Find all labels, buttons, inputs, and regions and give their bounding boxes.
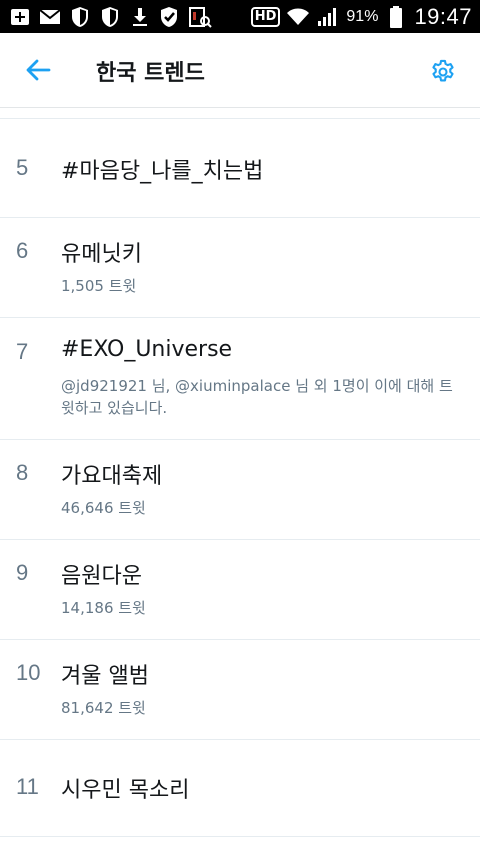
shield-check-icon — [158, 5, 182, 29]
trend-name: 유메닛키 — [61, 242, 142, 267]
trend-item[interactable]: 7 #EXO_Universe @jd921921 님, @xiuminpala… — [0, 318, 480, 440]
settings-button[interactable] — [426, 55, 460, 89]
trend-item[interactable]: 5 #마음당_나를_치는법 — [0, 119, 480, 218]
trend-rank: 7 — [16, 339, 29, 364]
trend-tweet-count: 1,505 트윗 — [61, 277, 137, 295]
signal-icon — [316, 5, 340, 29]
trend-name: 겨울 앨범 — [61, 664, 149, 689]
hd-voice-badge: HD — [250, 6, 281, 27]
gear-icon — [432, 59, 454, 82]
trend-rank: 6 — [16, 238, 29, 263]
trend-item[interactable]: 10 겨울 앨범 81,642 트윗 — [0, 640, 480, 740]
add-box-icon — [8, 5, 32, 29]
trend-name: 가요대축제 — [61, 464, 163, 489]
trend-rank: 10 — [16, 660, 41, 685]
download-icon — [128, 5, 152, 29]
trend-list: 5 #마음당_나를_치는법 6 유메닛키 1,505 트윗 7 #EXO_Uni… — [0, 119, 480, 837]
trend-rank: 8 — [16, 460, 29, 485]
trend-item[interactable]: 6 유메닛키 1,505 트윗 — [0, 218, 480, 318]
trend-name: 음원다운 — [61, 564, 142, 589]
trend-tweet-count: 46,646 트윗 — [61, 499, 146, 517]
back-arrow-icon — [26, 59, 51, 81]
trend-rank: 11 — [16, 774, 39, 799]
trend-name: #EXO_Universe — [61, 337, 233, 362]
back-button[interactable] — [16, 53, 60, 87]
trend-item[interactable]: 11 시우민 목소리 — [0, 740, 480, 837]
mail-icon — [38, 5, 62, 29]
trend-name: #마음당_나를_치는법 — [61, 159, 264, 184]
trend-tweet-count: 14,186 트윗 — [61, 599, 146, 617]
trend-rank: 5 — [16, 155, 29, 180]
page-title: 한국 트렌드 — [96, 61, 205, 86]
wifi-icon — [286, 5, 310, 29]
shield-icon — [98, 5, 122, 29]
battery-percent: 91% — [346, 7, 379, 25]
trend-tweet-count: 81,642 트윗 — [61, 699, 146, 717]
status-bar: HD 91% 19:47 — [0, 0, 480, 33]
system-status: HD 91% 19:47 — [250, 0, 472, 33]
trend-name: 시우민 목소리 — [61, 778, 190, 803]
trend-context: @jd921921 님, @xiuminpalace 님 외 1명이 이에 대해… — [61, 377, 453, 417]
trend-item[interactable]: 9 음원다운 14,186 트윗 — [0, 540, 480, 640]
search-doc-icon — [188, 5, 212, 29]
trend-item[interactable]: 8 가요대축제 46,646 트윗 — [0, 440, 480, 540]
shield-icon — [68, 5, 92, 29]
trend-rank: 9 — [16, 560, 29, 585]
clock: 19:47 — [414, 3, 472, 29]
battery-icon — [384, 5, 408, 29]
app-bar: 한국 트렌드 — [0, 33, 480, 108]
notification-icons — [8, 5, 212, 29]
